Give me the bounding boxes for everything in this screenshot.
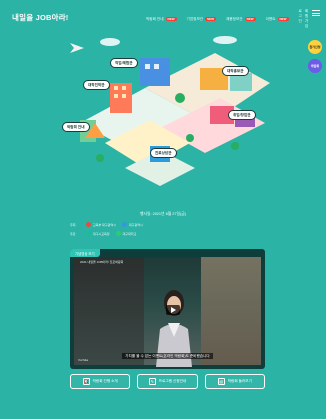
fair-badge-label: 박람회	[310, 64, 320, 68]
university-icon	[115, 231, 121, 236]
hosts-section: 주최 교육부 대구광역시 대구광역시 주관 대구시교육청 대구대학교	[70, 222, 270, 240]
zone-label-text: 대학홍보관	[227, 68, 244, 73]
program-guide-button[interactable]: ✎ 프로그램 신청안내	[137, 374, 198, 389]
video-bg-right	[201, 257, 261, 365]
organizer-logo-edu: 대구시교육청	[86, 231, 110, 236]
new-badge: NEW	[205, 17, 217, 21]
fair-intro-button[interactable]: 📢 박람회 진행 소개	[70, 374, 131, 389]
nav-item-company-info[interactable]: 기업정보관 NEW	[187, 17, 217, 22]
organizer-name: 대구대학교	[122, 231, 137, 236]
host-label: 주최	[70, 222, 76, 227]
organizer-name: 대구시교육청	[93, 231, 110, 236]
bottom-action-buttons: 📢 박람회 진행 소개 ✎ 프로그램 신청안내 ▤ 박람회 둘러보기	[70, 374, 265, 389]
host-logo-daegu: 대구광역시	[121, 222, 143, 227]
signup-link[interactable]: 회원가입	[305, 9, 308, 29]
button-label: 프로그램 신청안내	[158, 379, 187, 383]
video-tab[interactable]: 기념영상 보기	[70, 249, 100, 257]
edit-icon: ✎	[148, 378, 156, 385]
new-badge: NEW	[277, 17, 289, 21]
host-logo-moe: 교육부 대구광역시	[86, 222, 116, 227]
organizer-label: 주관	[70, 231, 76, 236]
zone-employment-startup[interactable]: 취업/창업관	[228, 110, 256, 120]
zone-label-text: 취업/창업관	[233, 112, 251, 117]
top-navigation: 박람회 안내 NEW 기업정보관 NEW 채용정보관 NEW 이벤트 NEW 로…	[146, 9, 308, 29]
daegu-icon	[121, 222, 127, 227]
youtube-mark[interactable]: YouTube	[78, 359, 88, 362]
zone-university-admission[interactable]: 대학진학관	[83, 80, 110, 90]
nav-item-label: 채용정보관	[226, 16, 243, 21]
zone-career-counseling[interactable]: 진로상담관	[150, 148, 177, 158]
new-badge: NEW	[244, 17, 256, 21]
zone-job-experience[interactable]: 직업/체험관	[110, 58, 138, 68]
video-title: 2021 내일을 JOB아라! 진로박람회	[80, 260, 124, 264]
site-logo[interactable]: 내일을 JOB아라!	[12, 12, 69, 23]
host-row: 주최 교육부 대구광역시 대구광역시	[70, 222, 270, 227]
megaphone-icon: 📢	[82, 378, 90, 385]
hamburger-menu-icon[interactable]	[312, 9, 320, 17]
document-icon: ▤	[217, 378, 225, 385]
organizer-logo-univ: 대구대학교	[115, 231, 137, 236]
zone-label-text: 박람회 안내	[67, 124, 85, 129]
video-bg-left	[74, 257, 144, 365]
video-subtitle: 가치를 볼 수 있는 이벤트(온라인 박람회)도 준비했습니다	[74, 353, 261, 359]
button-label: 박람회 진행 소개	[92, 379, 118, 383]
apply-badge-label: 참가신청	[309, 45, 321, 49]
fair-tour-button[interactable]: ▤ 박람회 둘러보기	[204, 374, 265, 389]
nav-item-event[interactable]: 이벤트 NEW	[266, 17, 289, 22]
nav-item-label: 박람회 안내	[146, 16, 164, 21]
host-name: 교육부 대구광역시	[93, 222, 116, 227]
edu-office-icon	[86, 231, 91, 236]
nav-item-fair-info[interactable]: 박람회 안내 NEW	[146, 17, 177, 22]
play-button-icon[interactable]	[166, 305, 180, 315]
nav-item-jobs-info[interactable]: 채용정보관 NEW	[226, 17, 256, 22]
zone-label-text: 진로상담관	[155, 150, 172, 155]
event-date: 행사일: 2021년 8월 27일(금)	[140, 212, 186, 216]
fair-badge[interactable]: 박람회	[308, 59, 322, 73]
nav-item-label: 이벤트	[265, 16, 276, 21]
fair-map-illustration: 직업/체험관 대학진학관 대학홍보관 박람회 안내 취업/창업관 진로상담관	[50, 28, 280, 203]
button-label: 박람회 둘러보기	[227, 379, 252, 383]
util-links: 로그인 회원가입	[299, 9, 309, 29]
zone-university-promo[interactable]: 대학홍보관	[222, 66, 249, 76]
promo-video-card: 기념영상 보기 2021 내일을 JOB아라! 진로박람회 가치를 볼 수 있는…	[70, 249, 265, 369]
video-player[interactable]: 2021 내일을 JOB아라! 진로박람회 가치를 볼 수 있는 이벤트(온라인…	[74, 257, 261, 367]
zone-label-text: 직업/체험관	[115, 60, 133, 65]
taegeuk-icon	[86, 222, 91, 227]
zone-label-text: 대학진학관	[88, 82, 105, 87]
new-badge: NEW	[165, 17, 177, 21]
nav-item-label: 기업정보관	[186, 16, 204, 21]
host-name: 대구광역시	[128, 222, 143, 227]
side-quick-menu: 참가신청 박람회	[308, 40, 322, 73]
login-link[interactable]: 로그인	[299, 9, 302, 29]
subtitle-text: 가치를 볼 수 있는 이벤트(온라인 박람회)도 준비했습니다	[122, 353, 213, 359]
organizer-row: 주관 대구시교육청 대구대학교	[70, 231, 270, 236]
zone-fair-guide[interactable]: 박람회 안내	[62, 122, 90, 132]
apply-badge[interactable]: 참가신청	[308, 40, 322, 54]
